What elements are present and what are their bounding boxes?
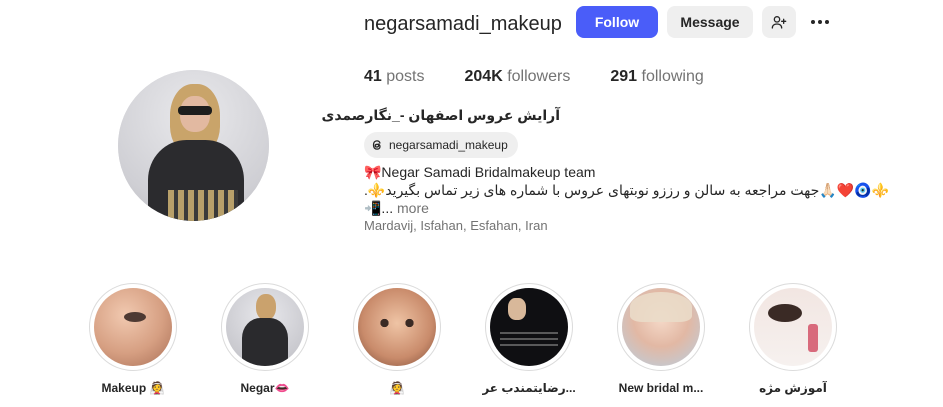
highlight-ring xyxy=(485,283,573,371)
profile-stats: 41 posts 204K followers 291 following xyxy=(364,68,744,86)
more-options-icon xyxy=(811,20,829,24)
threads-handle: negarsamadi_makeup xyxy=(389,138,508,152)
highlight-cover xyxy=(226,288,304,366)
story-highlights: Makeup 👰 Negar👄 👰 رضایتمندب عر... New br… xyxy=(88,283,838,395)
highlight-label: رضایتمندب عر... xyxy=(482,381,576,395)
profile-username: negarsamadi_makeup xyxy=(364,13,562,35)
highlight-item[interactable]: Negar👄 xyxy=(220,283,310,395)
threads-link[interactable]: negarsamadi_makeup xyxy=(364,132,518,158)
highlight-label: Negar👄 xyxy=(240,381,290,395)
bio-line: 🎀Negar Samadi Bridalmakeup team xyxy=(364,164,596,180)
highlight-cover xyxy=(754,288,832,366)
posts-count: 41 xyxy=(364,68,382,85)
following-count: 291 xyxy=(610,68,638,85)
following-stat[interactable]: 291 following xyxy=(610,68,703,86)
profile-full-name: آرایش عروس اصفهان -_نگارصمدی xyxy=(321,107,560,123)
highlight-ring xyxy=(749,283,837,371)
followers-stat[interactable]: 204K followers xyxy=(465,68,571,86)
avatar-sunglasses xyxy=(178,106,212,115)
highlight-label: New bridal m... xyxy=(618,381,704,395)
highlight-item[interactable]: رضایتمندب عر... xyxy=(482,283,576,395)
highlight-ring xyxy=(617,283,705,371)
highlight-label: آموزش مژه xyxy=(759,381,827,395)
posts-stat: 41 posts xyxy=(364,68,425,86)
highlight-item[interactable]: Makeup 👰 xyxy=(88,283,178,395)
avatar-skirt xyxy=(168,190,238,221)
highlight-cover xyxy=(622,288,700,366)
highlight-item[interactable]: آموزش مژه xyxy=(748,283,838,395)
highlight-label: 👰 xyxy=(389,381,405,395)
threads-icon xyxy=(372,140,381,150)
person-add-icon xyxy=(771,16,787,29)
more-options-button[interactable] xyxy=(805,6,835,38)
suggest-accounts-button[interactable] xyxy=(762,6,796,38)
profile-avatar[interactable] xyxy=(118,70,269,221)
message-button[interactable]: Message xyxy=(667,6,753,38)
highlight-label: Makeup 👰 xyxy=(101,381,165,395)
profile-bio: 🎀Negar Samadi Bridalmakeup team ⚜️🧿❤️🙏🏻ج… xyxy=(364,163,894,217)
highlight-cover xyxy=(358,288,436,366)
highlight-ring xyxy=(221,283,309,371)
highlight-cover xyxy=(490,288,568,366)
bio-line-prefix: 📲... xyxy=(364,200,394,216)
posts-label: posts xyxy=(386,68,425,85)
highlight-cover xyxy=(94,288,172,366)
highlight-ring xyxy=(353,283,441,371)
followers-label: followers xyxy=(507,68,571,85)
followers-count: 204K xyxy=(464,68,503,85)
profile-location: Mardavij, Isfahan, Esfahan, Iran xyxy=(364,218,548,233)
highlight-ring xyxy=(89,283,177,371)
bio-line: ⚜️🧿❤️🙏🏻جهت مراجعه به سالن و رززو نوبتهای… xyxy=(364,182,889,198)
following-label: following xyxy=(641,68,704,85)
bio-more-link[interactable]: more xyxy=(397,200,429,216)
highlight-item[interactable]: 👰 xyxy=(352,283,442,395)
follow-button[interactable]: Follow xyxy=(576,6,658,38)
highlight-item[interactable]: New bridal m... xyxy=(616,283,706,395)
bio-line: 📲... more xyxy=(364,199,894,217)
